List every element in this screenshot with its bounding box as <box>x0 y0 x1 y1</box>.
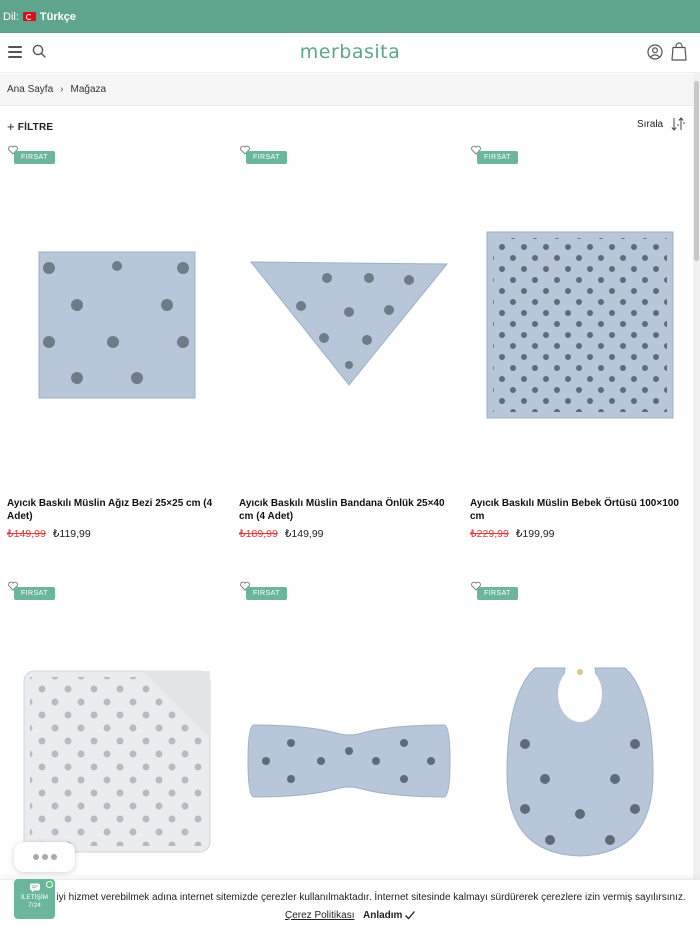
contact-hours: 7/24 <box>28 902 41 909</box>
breadcrumb-current: Mağaza <box>70 84 107 95</box>
user-icon[interactable] <box>647 44 663 60</box>
online-status-icon <box>46 881 53 888</box>
language-bar: Dil: Türkçe <box>0 0 700 33</box>
site-logo[interactable]: merbasita <box>0 41 700 63</box>
breadcrumb: Ana Sayfa › Mağaza <box>0 74 700 106</box>
shopping-bag-icon[interactable] <box>671 42 687 61</box>
cookie-accept-button[interactable]: Anladım <box>363 910 402 921</box>
cookie-message: aha iyi hizmet verebilmek adına internet… <box>37 892 686 903</box>
product-prices: ₺189,99 ₺149,99 <box>239 528 324 540</box>
sale-badge: FIRSAT <box>14 587 55 600</box>
check-icon[interactable] <box>404 909 416 921</box>
new-price: ₺149,99 <box>284 528 324 540</box>
product-image[interactable] <box>7 601 227 921</box>
typing-dot <box>41 854 48 860</box>
sale-badge: FIRSAT <box>14 151 55 164</box>
page-scrollbar[interactable] <box>693 73 700 934</box>
product-name[interactable]: Ayıcık Baskılı Müslin Ağız Bezi 25×25 cm… <box>7 497 227 523</box>
old-price: ₺229,99 <box>470 528 509 540</box>
filter-label: FİLTRE <box>17 122 54 133</box>
product-prices: ₺229,99 ₺199,99 <box>470 528 555 540</box>
sort-icon[interactable] <box>670 116 686 132</box>
product-image[interactable] <box>239 601 459 921</box>
new-price: ₺119,99 <box>52 528 91 540</box>
chat-typing-bubble[interactable] <box>14 842 75 872</box>
product-name[interactable]: Ayıcık Baskılı Müslin Bebek Örtüsü 100×1… <box>470 497 690 523</box>
product-image[interactable] <box>470 601 690 921</box>
product-name[interactable]: Ayıcık Baskılı Müslin Bandana Önlük 25×4… <box>239 497 459 523</box>
sale-badge: FIRSAT <box>246 587 287 600</box>
plus-icon: + <box>7 119 15 134</box>
sort-label[interactable]: Sırala <box>637 119 663 130</box>
filter-button[interactable]: + FİLTRE <box>7 118 54 134</box>
menu-icon[interactable] <box>8 46 22 58</box>
old-price: ₺189,99 <box>239 528 278 540</box>
filter-bar: + FİLTRE Sırala <box>0 116 700 136</box>
contact-label: İLETİŞİM <box>20 894 49 901</box>
contact-button[interactable]: İLETİŞİM 7/24 <box>14 879 55 919</box>
old-price: ₺149,99 <box>7 528 46 540</box>
product-image[interactable] <box>7 165 227 485</box>
product-image[interactable] <box>239 165 459 485</box>
cookie-banner: aha iyi hizmet verebilmek adına internet… <box>0 879 700 934</box>
typing-dot <box>32 854 39 860</box>
product-prices: ₺149,99 ₺119,99 <box>7 528 91 540</box>
scrollbar-thumb[interactable] <box>694 81 699 261</box>
sale-badge: FIRSAT <box>477 587 518 600</box>
product-image[interactable] <box>470 165 690 485</box>
search-icon[interactable] <box>32 44 46 58</box>
new-price: ₺199,99 <box>515 528 555 540</box>
site-header: merbasita <box>0 33 700 73</box>
breadcrumb-home[interactable]: Ana Sayfa <box>7 84 53 95</box>
chevron-right-icon: › <box>60 84 64 95</box>
sale-badge: FIRSAT <box>477 151 518 164</box>
sale-badge: FIRSAT <box>246 151 287 164</box>
language-selector[interactable]: Türkçe <box>40 11 76 23</box>
turkey-flag-icon <box>22 12 36 21</box>
chat-icon <box>29 883 40 893</box>
cookie-policy-link[interactable]: Çerez Politikası <box>285 910 354 921</box>
typing-dot <box>50 854 57 860</box>
language-label: Dil: <box>3 10 19 23</box>
